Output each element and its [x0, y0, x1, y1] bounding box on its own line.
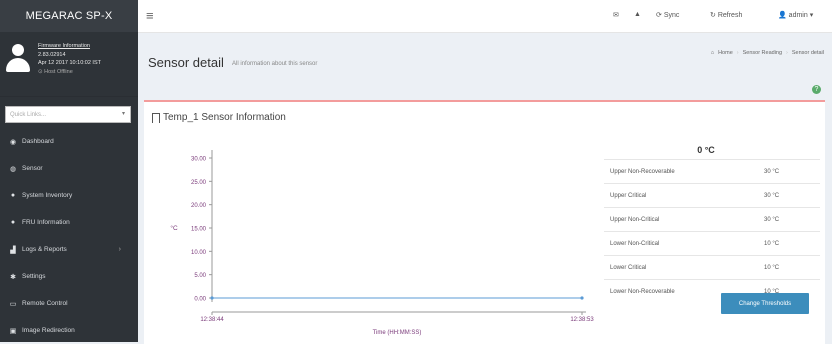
sidebar: MEGARAC SP-X Firmware Information 2.83.0… [0, 0, 138, 342]
sidebar-item-remote-control[interactable]: ▭ Remote Control [0, 290, 138, 317]
data-point [210, 296, 214, 300]
home-icon: ⌂ [710, 50, 715, 56]
threshold-value: 30 °C [764, 192, 780, 199]
page-subtitle: All information about this sensor [232, 61, 318, 67]
chart-svg: 30.00 25.00 20.00 15.00 10.00 5.00 0.00 °C 12:38… [170, 150, 594, 336]
threshold-value: 10 °C [764, 264, 780, 271]
sidebar-item-image-redirection[interactable]: ▣ Image Redirection [0, 317, 138, 344]
x-tick-label: 12:38:53 [570, 317, 594, 323]
breadcrumb-sensor-reading[interactable]: Sensor Reading [743, 50, 782, 56]
threshold-row: Upper Non-Critical 30 °C [604, 207, 820, 231]
threshold-table: Upper Non-Recoverable 30 °C Upper Critical… [604, 159, 820, 303]
breadcrumb-current: Sensor detail [791, 50, 824, 56]
envelope-icon[interactable]: ✉ [613, 11, 619, 19]
chevron-down-icon: ▾ [121, 111, 125, 117]
top-navbar: ≡ ✉ ▲ ⟳ Sync ↻ Refresh 👤 admin ▾ [138, 0, 832, 33]
threshold-label: Upper Non-Critical [610, 216, 660, 223]
monitor-icon: ▭ [9, 300, 17, 308]
disc-icon: ▣ [9, 327, 17, 335]
sidebar-item-logs-reports[interactable]: ▟ Logs & Reports › [0, 236, 138, 263]
threshold-value: 10 °C [764, 240, 780, 247]
quick-links-placeholder: Quick Links... [10, 111, 47, 118]
y-tick-label: 10.00 [191, 250, 207, 256]
sidebar-item-label: Dashboard [22, 138, 54, 145]
sidebar-item-label: System Inventory [22, 192, 73, 199]
firmware-version: 2.83.02914 [38, 51, 66, 58]
threshold-label: Lower Critical [610, 264, 647, 271]
firmware-date: Apr 12 2017 10:10:02 IST [38, 60, 101, 66]
x-tick-label: 12:38:44 [200, 317, 224, 323]
threshold-row: Lower Critical 10 °C [604, 255, 820, 279]
gear-icon: ✱ [10, 273, 16, 281]
sidebar-item-settings[interactable]: ✱ Settings [0, 263, 138, 290]
hamburger-menu-icon[interactable]: ≡ [146, 8, 154, 23]
y-tick-label: 5.00 [194, 273, 206, 279]
info-icon: ● [10, 219, 16, 226]
sync-icon: ⟳ [656, 12, 662, 19]
sensor-icon: ◍ [9, 165, 17, 173]
y-tick-label: 15.00 [191, 227, 207, 233]
brand-logo[interactable]: MEGARAC SP-X [0, 0, 138, 32]
sidebar-item-label: Settings [22, 273, 46, 280]
user-menu[interactable]: 👤 admin ▾ [778, 11, 814, 20]
caret-down-icon: ▾ [809, 12, 814, 19]
bookmark-icon [152, 112, 160, 123]
sidebar-item-label: Remote Control [22, 300, 68, 307]
box-title: Temp_1 Sensor Information [152, 112, 286, 123]
sensor-chart: 30.00 25.00 20.00 15.00 10.00 5.00 0.00 °C 12:38… [160, 138, 600, 342]
sidebar-item-dashboard[interactable]: ◉ Dashboard [0, 128, 138, 155]
y-tick-label: 25.00 [191, 180, 207, 186]
y-tick-label: 20.00 [191, 203, 207, 209]
breadcrumb-home[interactable]: Home [718, 50, 733, 56]
y-tick-label: 30.00 [191, 157, 207, 163]
sidebar-item-system-inventory[interactable]: ● System Inventory [0, 182, 138, 209]
threshold-label: Lower Non-Critical [610, 240, 660, 247]
box-title-text: Temp_1 Sensor Information [163, 112, 286, 123]
refresh-label: Refresh [717, 11, 743, 19]
threshold-row: Upper Non-Recoverable 30 °C [604, 159, 820, 183]
current-reading: 0 °C [697, 145, 715, 155]
host-status: ⊙ Host Offline [38, 68, 73, 75]
threshold-row: Lower Non-Critical 10 °C [604, 231, 820, 255]
dashboard-icon: ◉ [9, 138, 17, 146]
chevron-right-icon: › [118, 246, 121, 253]
chart-icon: ▟ [10, 246, 16, 254]
user-icon: 👤 [778, 12, 787, 19]
avatar [6, 44, 30, 74]
page-title: Sensor detail [148, 55, 224, 70]
y-tick-label: 0.00 [194, 297, 206, 303]
help-icon[interactable]: ? [812, 85, 821, 94]
sync-button[interactable]: ⟳ Sync [656, 11, 680, 20]
threshold-value: 30 °C [764, 168, 780, 175]
change-thresholds-button[interactable]: Change Thresholds [721, 293, 809, 314]
sidebar-item-label: Image Redirection [22, 327, 75, 334]
quick-links-select[interactable]: Quick Links... ▾ [5, 106, 131, 123]
threshold-value: 30 °C [764, 216, 780, 223]
sync-label: Sync [663, 11, 680, 19]
info-icon: ● [10, 192, 16, 199]
sidebar-item-sensor[interactable]: ◍ Sensor [0, 155, 138, 182]
sidebar-nav: ◉ Dashboard ◍ Sensor ● System Inventory ● FR… [0, 128, 138, 344]
sidebar-item-fru-information[interactable]: ● FRU Information [0, 209, 138, 236]
host-status-label: Host Offline [44, 68, 73, 75]
user-name: admin [788, 11, 808, 19]
sidebar-item-label: Sensor [22, 165, 43, 172]
threshold-row: Upper Critical 30 °C [604, 183, 820, 207]
data-point [580, 296, 584, 300]
sidebar-item-label: Logs & Reports [22, 246, 67, 253]
sidebar-item-label: FRU Information [22, 219, 70, 226]
user-panel: Firmware Information 2.83.02914 Apr 12 2… [0, 32, 138, 97]
refresh-button[interactable]: ↻ Refresh [710, 11, 743, 20]
warning-icon[interactable]: ▲ [634, 11, 641, 18]
firmware-info-link[interactable]: Firmware Information [38, 42, 101, 51]
y-axis-label: °C [170, 224, 178, 232]
x-axis-label: Time (HH:MM:SS) [373, 330, 422, 336]
breadcrumb: ⌂ Home › Sensor Reading › Sensor detail [710, 50, 824, 56]
threshold-label: Upper Critical [610, 192, 647, 199]
threshold-label: Upper Non-Recoverable [610, 168, 675, 175]
refresh-icon: ↻ [710, 12, 716, 19]
